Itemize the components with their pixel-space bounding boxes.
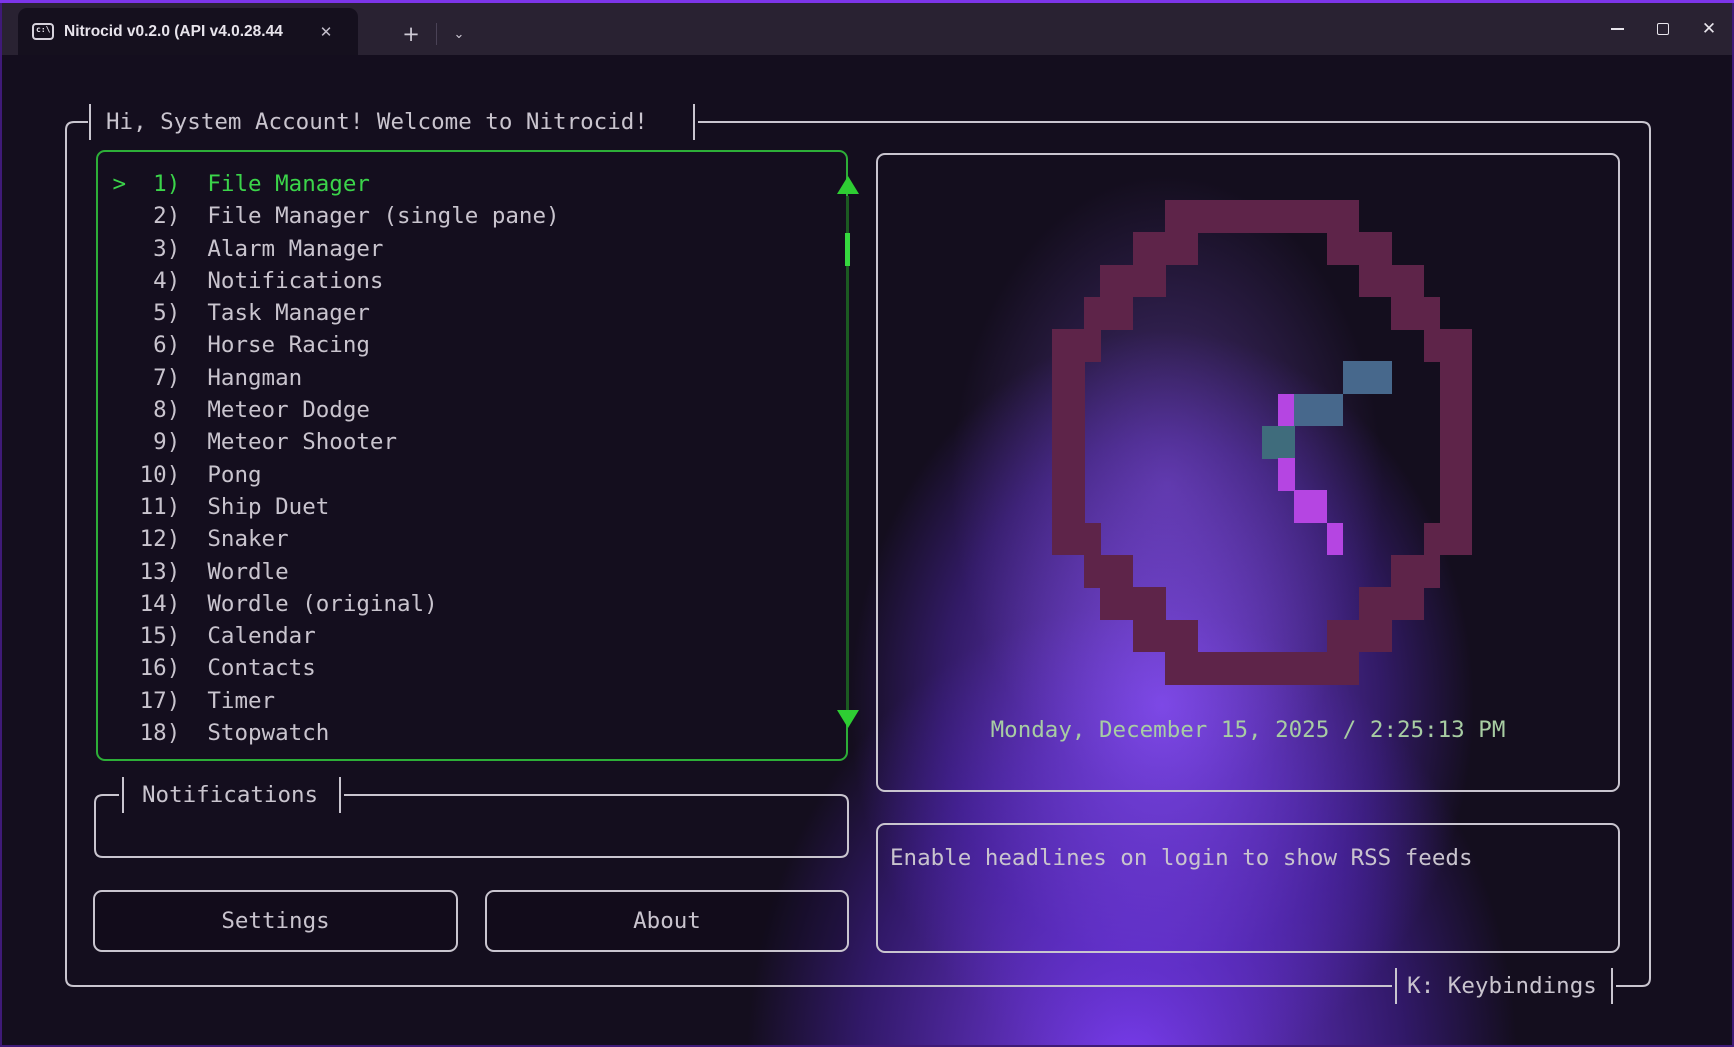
clock-pixel-ring <box>1359 587 1424 620</box>
menu-item-4[interactable]: 4) Notifications <box>99 265 836 297</box>
menu-item-6[interactable]: 6) Horse Racing <box>99 329 836 361</box>
rss-headline-text: Enable headlines on login to show RSS fe… <box>890 842 1472 874</box>
clock-pixel-second-hand <box>1327 523 1344 556</box>
close-button[interactable]: ✕ <box>1686 3 1732 55</box>
menu-item-2[interactable]: 2) File Manager (single pane) <box>99 200 836 232</box>
menu-item-16[interactable]: 16) Contacts <box>99 652 836 684</box>
clock-pixel-ring <box>1440 394 1473 427</box>
clock-pixel-ring <box>1133 232 1198 265</box>
terminal-content: Hi, System Account! Welcome to Nitrocid!… <box>2 55 1732 1045</box>
clock-pixel-ring <box>1424 523 1473 556</box>
analog-clock-pixel-art <box>1052 200 1472 685</box>
greeting-title: Hi, System Account! Welcome to Nitrocid! <box>106 106 648 138</box>
menu-item-12[interactable]: 12) Snaker <box>99 523 836 555</box>
menu-item-7[interactable]: 7) Hangman <box>99 362 836 394</box>
menu-item-10[interactable]: 10) Pong <box>99 459 836 491</box>
clock-pixel-ring <box>1440 361 1473 394</box>
clock-pixel-ring <box>1327 232 1392 265</box>
clock-pixel-ring <box>1052 361 1085 394</box>
date-time-text: Monday, December 15, 2025 / 2:25:13 PM <box>876 714 1620 746</box>
clock-pixel-ring <box>1052 523 1101 556</box>
command-prompt-icon: c:\ <box>32 23 54 40</box>
tab-close-icon[interactable]: ✕ <box>312 18 340 46</box>
menu-item-15[interactable]: 15) Calendar <box>99 620 836 652</box>
titlebar: c:\ Nitrocid v0.2.0 (API v4.0.28.44 ✕ + … <box>2 3 1732 55</box>
maximize-button[interactable] <box>1640 3 1686 55</box>
clock-pixel-minute-hand <box>1294 394 1343 427</box>
interactive-choice-list[interactable]: > 1) File Manager 2) File Manager (singl… <box>96 150 848 761</box>
clock-pixel-ring <box>1440 458 1473 491</box>
scrollbar-thumb[interactable] <box>845 233 850 266</box>
notifications-label: Notifications <box>142 779 318 811</box>
keybindings-hint: K: Keybindings <box>1400 970 1604 1002</box>
clock-pixel-ring <box>1052 329 1101 362</box>
clock-pixel-ring <box>1165 652 1359 685</box>
clock-pixel-ring <box>1165 200 1359 233</box>
clock-pixel-second-hand <box>1294 490 1327 523</box>
menu-item-14[interactable]: 14) Wordle (original) <box>99 588 836 620</box>
clock-pixel-ring <box>1100 587 1165 620</box>
menu-item-1[interactable]: > 1) File Manager <box>99 168 836 200</box>
menu-item-13[interactable]: 13) Wordle <box>99 556 836 588</box>
menu-item-11[interactable]: 11) Ship Duet <box>99 491 836 523</box>
clock-pixel-ring <box>1327 620 1392 653</box>
clock-pixel-ring <box>1391 555 1440 588</box>
clock-pixel-ring <box>1084 555 1133 588</box>
scroll-down-arrow-icon[interactable] <box>837 710 859 728</box>
clock-pixel-ring <box>1052 426 1085 459</box>
new-tab-button[interactable]: + <box>393 17 429 51</box>
clock-pixel-ring <box>1052 458 1085 491</box>
menu-item-8[interactable]: 8) Meteor Dodge <box>99 394 836 426</box>
clock-pixel-minute-hand <box>1343 361 1392 394</box>
menu-item-5[interactable]: 5) Task Manager <box>99 297 836 329</box>
scroll-up-arrow-icon[interactable] <box>837 176 859 194</box>
clock-pixel-ring <box>1440 426 1473 459</box>
terminal-tab[interactable]: c:\ Nitrocid v0.2.0 (API v4.0.28.44 ✕ <box>18 8 358 55</box>
about-button[interactable]: About <box>485 890 849 952</box>
clock-pixel-ring <box>1100 265 1165 298</box>
clock-pixel-hour-hand <box>1262 426 1295 459</box>
clock-pixel-ring <box>1391 297 1440 330</box>
menu-item-3[interactable]: 3) Alarm Manager <box>99 233 836 265</box>
settings-button[interactable]: Settings <box>93 890 458 952</box>
menu-item-17[interactable]: 17) Timer <box>99 685 836 717</box>
window-controls: ✕ <box>1594 3 1732 55</box>
terminal-window: c:\ Nitrocid v0.2.0 (API v4.0.28.44 ✕ + … <box>0 0 1734 1047</box>
tab-title: Nitrocid v0.2.0 (API v4.0.28.44 <box>64 23 312 41</box>
clock-pixel-ring <box>1084 297 1133 330</box>
clock-pixel-ring <box>1440 490 1473 523</box>
clock-pixel-ring <box>1052 490 1085 523</box>
tab-bar-separator <box>436 23 437 45</box>
menu-item-18[interactable]: 18) Stopwatch <box>99 717 836 749</box>
clock-pixel-ring <box>1424 329 1473 362</box>
minimize-button[interactable] <box>1594 3 1640 55</box>
scrollbar-track[interactable] <box>846 196 849 712</box>
clock-pixel-second-hand <box>1278 394 1295 427</box>
tab-dropdown-button[interactable]: ⌄ <box>441 17 477 51</box>
menu-items: > 1) File Manager 2) File Manager (singl… <box>99 168 836 749</box>
clock-pixel-ring <box>1359 265 1424 298</box>
clock-pixel-ring <box>1052 394 1085 427</box>
clock-pixel-ring <box>1133 620 1198 653</box>
clock-pixel-second-hand <box>1278 458 1295 491</box>
menu-item-9[interactable]: 9) Meteor Shooter <box>99 426 836 458</box>
